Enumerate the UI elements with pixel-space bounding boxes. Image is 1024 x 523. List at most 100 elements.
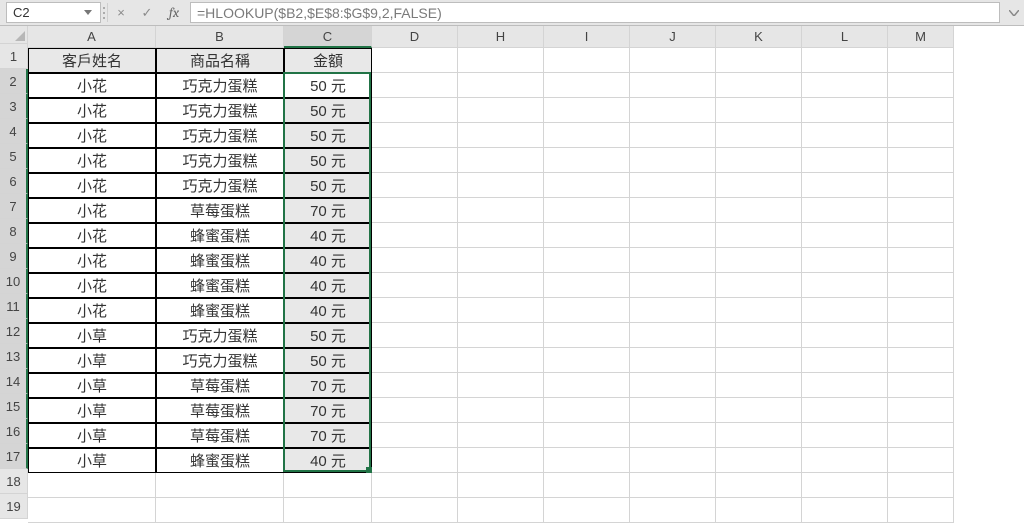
cell-C11[interactable]: 40 元 [284, 298, 372, 323]
cell-I16[interactable] [544, 423, 630, 448]
cell-D16[interactable] [372, 423, 458, 448]
cell-C8[interactable]: 40 元 [284, 223, 372, 248]
cell-I10[interactable] [544, 273, 630, 298]
cell-H7[interactable] [458, 198, 544, 223]
cell-H19[interactable] [458, 498, 544, 523]
cell-J15[interactable] [630, 398, 716, 423]
cell-C13[interactable]: 50 元 [284, 348, 372, 373]
cell-B9[interactable]: 蜂蜜蛋糕 [156, 248, 284, 273]
cell-J4[interactable] [630, 123, 716, 148]
cell-I11[interactable] [544, 298, 630, 323]
row-header-12[interactable]: 12 [0, 319, 28, 344]
cell-A3[interactable]: 小花 [28, 98, 156, 123]
cell-L7[interactable] [802, 198, 888, 223]
cell-A13[interactable]: 小草 [28, 348, 156, 373]
row-header-1[interactable]: 1 [0, 44, 28, 69]
row-header-5[interactable]: 5 [0, 144, 28, 169]
cell-I7[interactable] [544, 198, 630, 223]
cell-J9[interactable] [630, 248, 716, 273]
cell-D4[interactable] [372, 123, 458, 148]
cell-L14[interactable] [802, 373, 888, 398]
cell-H10[interactable] [458, 273, 544, 298]
cell-D10[interactable] [372, 273, 458, 298]
cell-A10[interactable]: 小花 [28, 273, 156, 298]
row-header-17[interactable]: 17 [0, 444, 28, 469]
cell-B16[interactable]: 草莓蛋糕 [156, 423, 284, 448]
row-header-3[interactable]: 3 [0, 94, 28, 119]
cell-I6[interactable] [544, 173, 630, 198]
cell-M6[interactable] [888, 173, 954, 198]
cell-D12[interactable] [372, 323, 458, 348]
cell-B10[interactable]: 蜂蜜蛋糕 [156, 273, 284, 298]
cell-H2[interactable] [458, 73, 544, 98]
row-header-16[interactable]: 16 [0, 419, 28, 444]
cell-D17[interactable] [372, 448, 458, 473]
cancel-button[interactable]: × [108, 0, 134, 25]
chevron-down-icon[interactable] [82, 7, 94, 19]
cell-I5[interactable] [544, 148, 630, 173]
cell-I18[interactable] [544, 473, 630, 498]
expand-formula-bar-button[interactable] [1004, 0, 1024, 25]
cell-L1[interactable] [802, 48, 888, 73]
cell-D3[interactable] [372, 98, 458, 123]
row-header-2[interactable]: 2 [0, 69, 28, 94]
cell-M3[interactable] [888, 98, 954, 123]
cell-M15[interactable] [888, 398, 954, 423]
cell-I12[interactable] [544, 323, 630, 348]
cell-H8[interactable] [458, 223, 544, 248]
cell-A14[interactable]: 小草 [28, 373, 156, 398]
cell-C12[interactable]: 50 元 [284, 323, 372, 348]
cell-I3[interactable] [544, 98, 630, 123]
row-header-11[interactable]: 11 [0, 294, 28, 319]
cell-D19[interactable] [372, 498, 458, 523]
cell-H5[interactable] [458, 148, 544, 173]
cell-B14[interactable]: 草莓蛋糕 [156, 373, 284, 398]
row-header-6[interactable]: 6 [0, 169, 28, 194]
cell-C9[interactable]: 40 元 [284, 248, 372, 273]
cell-A6[interactable]: 小花 [28, 173, 156, 198]
cell-H18[interactable] [458, 473, 544, 498]
cell-B6[interactable]: 巧克力蛋糕 [156, 173, 284, 198]
cell-L19[interactable] [802, 498, 888, 523]
cell-J7[interactable] [630, 198, 716, 223]
cell-A19[interactable] [28, 498, 156, 523]
cell-A16[interactable]: 小草 [28, 423, 156, 448]
cell-D1[interactable] [372, 48, 458, 73]
cell-C4[interactable]: 50 元 [284, 123, 372, 148]
cell-B15[interactable]: 草莓蛋糕 [156, 398, 284, 423]
cell-I14[interactable] [544, 373, 630, 398]
row-header-18[interactable]: 18 [0, 469, 28, 494]
cell-L13[interactable] [802, 348, 888, 373]
cell-C19[interactable] [284, 498, 372, 523]
cell-D18[interactable] [372, 473, 458, 498]
cell-H12[interactable] [458, 323, 544, 348]
cell-J5[interactable] [630, 148, 716, 173]
cell-J10[interactable] [630, 273, 716, 298]
col-header-A[interactable]: A [28, 26, 156, 48]
col-header-B[interactable]: B [156, 26, 284, 48]
col-header-J[interactable]: J [630, 26, 716, 48]
cell-L8[interactable] [802, 223, 888, 248]
cell-L5[interactable] [802, 148, 888, 173]
cell-L10[interactable] [802, 273, 888, 298]
row-header-10[interactable]: 10 [0, 269, 28, 294]
cell-J16[interactable] [630, 423, 716, 448]
cell-D2[interactable] [372, 73, 458, 98]
col-header-I[interactable]: I [544, 26, 630, 48]
cell-D8[interactable] [372, 223, 458, 248]
cell-J17[interactable] [630, 448, 716, 473]
cell-I13[interactable] [544, 348, 630, 373]
cell-A11[interactable]: 小花 [28, 298, 156, 323]
cell-A8[interactable]: 小花 [28, 223, 156, 248]
cell-K17[interactable] [716, 448, 802, 473]
cell-M5[interactable] [888, 148, 954, 173]
row-header-8[interactable]: 8 [0, 219, 28, 244]
cell-H3[interactable] [458, 98, 544, 123]
cell-H15[interactable] [458, 398, 544, 423]
cell-B2[interactable]: 巧克力蛋糕 [156, 73, 284, 98]
row-header-7[interactable]: 7 [0, 194, 28, 219]
cell-L16[interactable] [802, 423, 888, 448]
cell-C3[interactable]: 50 元 [284, 98, 372, 123]
col-header-M[interactable]: M [888, 26, 954, 48]
cell-L17[interactable] [802, 448, 888, 473]
